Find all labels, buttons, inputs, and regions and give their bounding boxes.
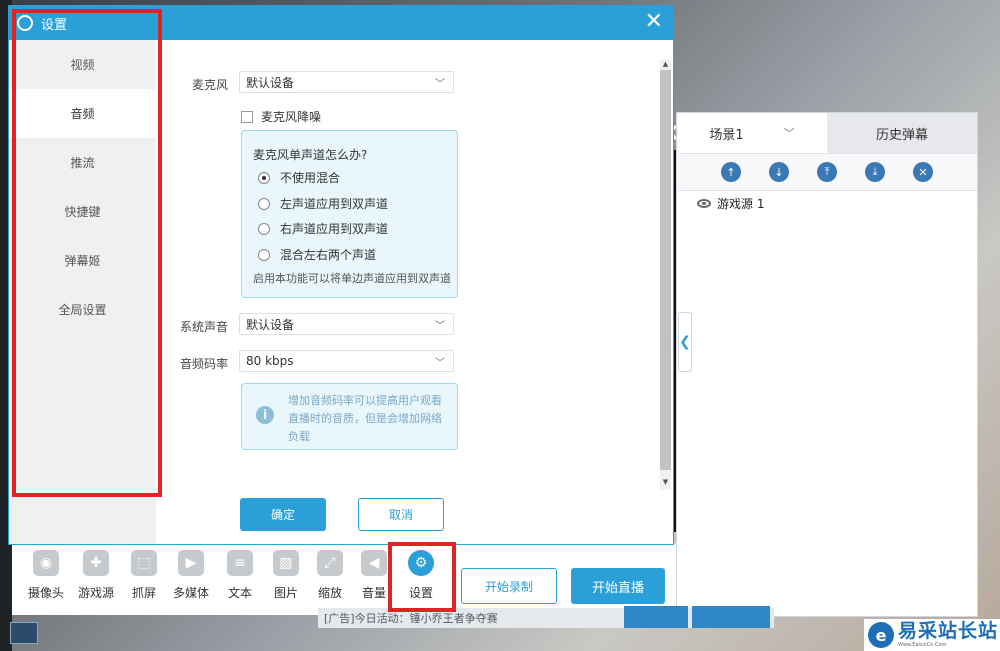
- radio-dot[interactable]: [258, 248, 270, 261]
- screen-capture-icon: ⬚: [131, 550, 157, 576]
- radio-left-to-stereo[interactable]: 左声道应用到双声道: [258, 195, 388, 212]
- watermark: e 易采站长站 Www.EasckCn.Com: [864, 619, 1000, 651]
- delete-icon[interactable]: ✕: [913, 162, 933, 182]
- radio-label: 左声道应用到双声道: [280, 197, 389, 211]
- document-icon: ≡: [227, 550, 253, 576]
- tool-label: 抓屏: [131, 586, 156, 600]
- radio-no-mix[interactable]: 不使用混合: [258, 169, 340, 186]
- tool-label: 缩放: [317, 586, 342, 600]
- ad-side-button[interactable]: [624, 606, 688, 628]
- highlight-box-settings: [388, 542, 456, 612]
- tool-label: 音量: [361, 586, 386, 600]
- bitrate-tip-panel: i 增加音频码率可以提高用户观看直播时的音质，但是会增加网络负载: [241, 383, 458, 450]
- scene-tabs: 场景1 ﹀ 历史弹幕: [677, 113, 977, 153]
- system-sound-value: 默认设备: [246, 317, 295, 332]
- radio-dot[interactable]: [258, 197, 270, 210]
- gamepad-icon: ✚: [83, 550, 109, 576]
- highlight-box-sidebar: [12, 9, 162, 497]
- info-icon: i: [256, 406, 274, 424]
- tool-label: 游戏源: [77, 586, 114, 600]
- scroll-thumb[interactable]: [660, 70, 671, 470]
- radio-label: 不使用混合: [280, 171, 341, 185]
- ad-side-button-2[interactable]: [692, 606, 770, 628]
- bitrate-select[interactable]: 80 kbps ﹀: [239, 350, 454, 372]
- bitrate-tip: 增加音频码率可以提高用户观看直播时的音质，但是会增加网络负载: [288, 394, 442, 443]
- tool-image[interactable]: ▨ 图片: [264, 550, 308, 601]
- start-recording-button[interactable]: 开始录制: [461, 568, 557, 604]
- tool-game-source[interactable]: ✚ 游戏源: [74, 550, 118, 601]
- brand-name: 易采站长站: [898, 620, 999, 642]
- cancel-button[interactable]: 取消: [358, 498, 444, 531]
- mic-label: 麦克风: [192, 78, 229, 92]
- brand-logo-icon: e: [868, 622, 894, 648]
- checkbox-box[interactable]: [241, 110, 253, 123]
- tool-label: 图片: [273, 586, 298, 600]
- move-up-icon[interactable]: ↑: [721, 162, 741, 182]
- radio-dot[interactable]: [258, 222, 270, 235]
- scroll-down-icon[interactable]: ▼: [660, 478, 671, 488]
- radio-dot[interactable]: [258, 171, 270, 184]
- ok-button[interactable]: 确定: [240, 498, 326, 531]
- chevron-down-icon: ﹀: [435, 358, 445, 369]
- brand-url: Www.EasckCn.Com: [898, 642, 947, 648]
- tab-history-danmaku[interactable]: 历史弹幕: [827, 113, 977, 153]
- tool-label: 多媒体: [172, 586, 209, 600]
- tool-screen-capture[interactable]: ⬚ 抓屏: [122, 550, 166, 601]
- source-name: 游戏源 1: [717, 197, 765, 211]
- move-top-icon[interactable]: ⤒: [817, 162, 837, 182]
- mic-select[interactable]: 默认设备 ﹀: [239, 71, 454, 93]
- scene-panel: 场景1 ﹀ 历史弹幕 ↑ ↓ ⤒ ⤓ ✕ 游戏源 1: [676, 112, 978, 617]
- tab-scene-label: 场景1: [709, 127, 744, 143]
- tool-label: 摄像头: [27, 586, 64, 600]
- video-camera-icon: ▶: [178, 550, 204, 576]
- collapse-handle-icon[interactable]: ❮: [678, 312, 692, 372]
- speaker-icon: ◀: [361, 550, 387, 576]
- bitrate-label: 音频码率: [180, 357, 229, 371]
- radio-right-to-stereo[interactable]: 右声道应用到双声道: [258, 220, 388, 237]
- close-icon[interactable]: ✕: [645, 10, 663, 34]
- chevron-down-icon: ﹀: [435, 79, 445, 90]
- mono-channel-panel: 麦克风单声道怎么办? 不使用混合 左声道应用到双声道 右声道应用到双声道 混合左…: [241, 130, 458, 298]
- chevron-down-icon[interactable]: ﹀: [784, 125, 795, 141]
- scroll-up-icon[interactable]: ▲: [660, 60, 671, 70]
- scrollbar[interactable]: ▲ ▼: [660, 60, 671, 490]
- mic-value: 默认设备: [246, 75, 295, 90]
- source-item[interactable]: 游戏源 1: [697, 195, 764, 212]
- fullscreen-icon: ⤢: [317, 550, 343, 576]
- system-sound-select[interactable]: 默认设备 ﹀: [239, 313, 454, 335]
- chevron-down-icon: ﹀: [435, 321, 445, 332]
- desktop-icon[interactable]: [10, 622, 38, 644]
- tool-text[interactable]: ≡ 文本: [218, 550, 262, 601]
- tool-media[interactable]: ▶ 多媒体: [169, 550, 213, 601]
- mono-note: 启用本功能可以将单边声道应用到双声道: [253, 272, 451, 285]
- tab-scene[interactable]: 场景1 ﹀: [677, 113, 827, 153]
- move-bottom-icon[interactable]: ⤓: [865, 162, 885, 182]
- start-live-button[interactable]: 开始直播: [571, 568, 665, 604]
- bottom-toolbar: ◉ 摄像头 ✚ 游戏源 ⬚ 抓屏 ▶ 多媒体 ≡ 文本 ▨ 图片 ⤢ 缩放 ◀ 音量 ⚙ 设置 开…: [12, 543, 676, 615]
- radio-mix-both[interactable]: 混合左右两个声道: [258, 246, 376, 263]
- tool-label: 文本: [227, 586, 252, 600]
- noise-reduction-checkbox[interactable]: 麦克风降噪: [241, 108, 321, 125]
- camera-icon: ◉: [33, 550, 59, 576]
- image-icon: ▨: [273, 550, 299, 576]
- move-down-icon[interactable]: ↓: [769, 162, 789, 182]
- system-sound-label: 系统声音: [180, 320, 229, 334]
- radio-label: 混合左右两个声道: [280, 248, 377, 262]
- tool-camera[interactable]: ◉ 摄像头: [24, 550, 68, 601]
- bitrate-value: 80 kbps: [246, 354, 294, 368]
- tool-zoom[interactable]: ⤢ 缩放: [308, 550, 352, 601]
- eye-icon[interactable]: [697, 199, 711, 208]
- radio-label: 右声道应用到双声道: [280, 222, 389, 236]
- mono-title: 麦克风单声道怎么办?: [253, 148, 368, 162]
- noise-reduction-label: 麦克风降噪: [261, 110, 322, 124]
- source-toolbar: ↑ ↓ ⤒ ⤓ ✕: [677, 153, 977, 191]
